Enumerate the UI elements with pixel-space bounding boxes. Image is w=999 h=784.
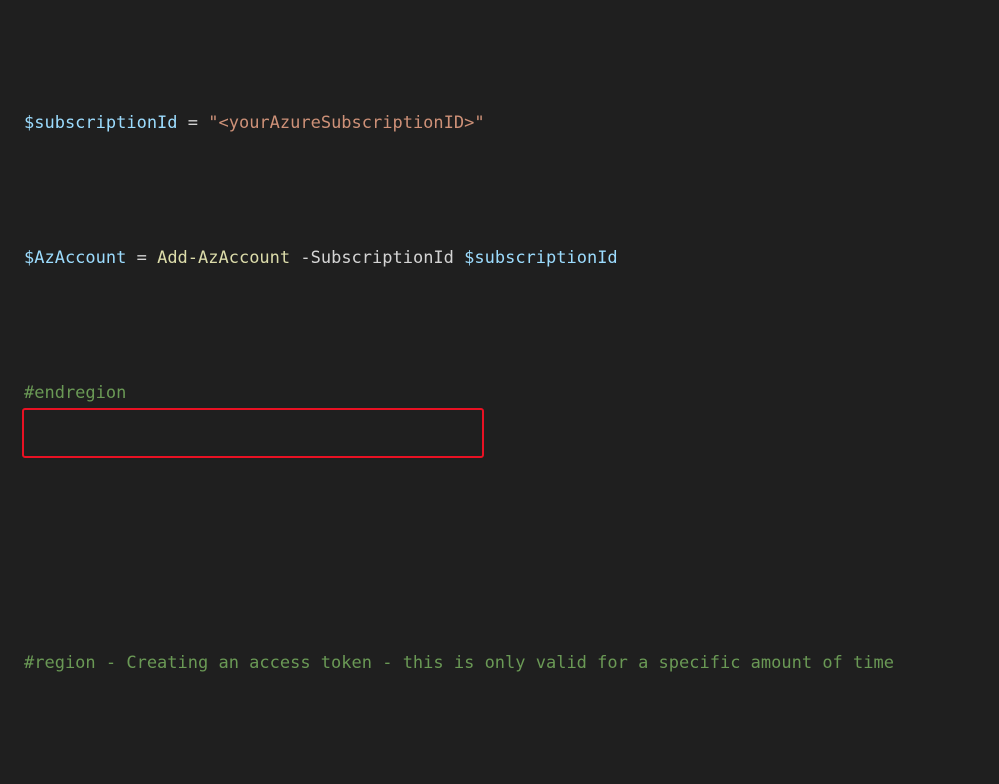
token-comment: #region - Creating an access token - thi… bbox=[24, 653, 894, 673]
code-line[interactable]: #region - Creating an access token - thi… bbox=[0, 650, 999, 677]
code-editor[interactable]: $subscriptionId = "<yourAzureSubscriptio… bbox=[0, 0, 999, 784]
code-line[interactable]: #endregion bbox=[0, 380, 999, 407]
code-content[interactable]: $subscriptionId = "<yourAzureSubscriptio… bbox=[0, 0, 999, 784]
token-cmdlet: Add-AzAccount bbox=[157, 248, 291, 268]
code-line[interactable]: $AzAccount = Add-AzAccount -Subscription… bbox=[0, 245, 999, 272]
token-string: "<yourAzureSubscriptionID>" bbox=[208, 113, 485, 133]
code-line[interactable]: $subscriptionId = "<yourAzureSubscriptio… bbox=[0, 110, 999, 137]
token-variable: $subscriptionId bbox=[464, 248, 618, 268]
token-variable: $AzAccount bbox=[24, 248, 127, 268]
token-variable: $subscriptionId bbox=[24, 113, 178, 133]
code-line[interactable] bbox=[0, 515, 999, 542]
token-comment: #endregion bbox=[24, 383, 127, 403]
